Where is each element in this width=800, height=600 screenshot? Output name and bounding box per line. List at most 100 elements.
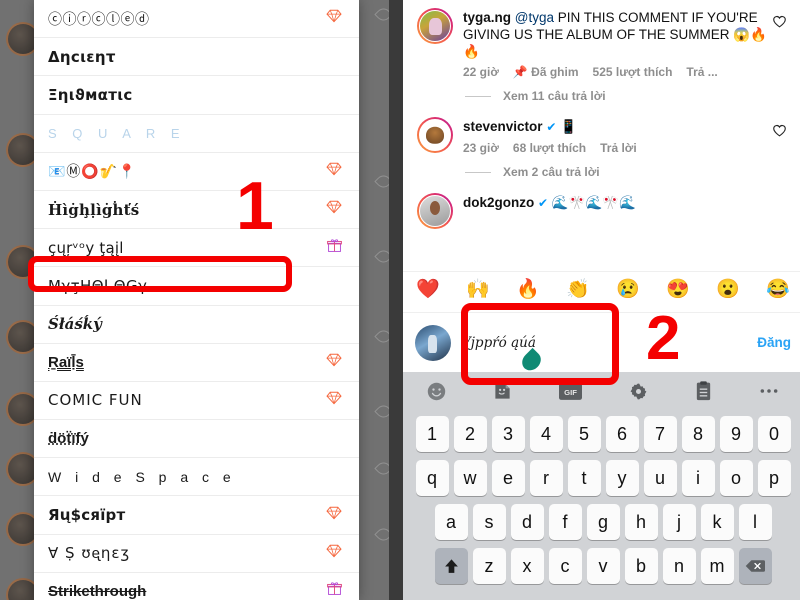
comment-item[interactable]: dok2gonzo ✔ 🌊🎌🌊🎌🌊 [403,185,800,229]
key-e[interactable]: e [491,460,525,496]
on-screen-keyboard[interactable]: 1234567890 qwertyuiop asdfghjkl zxcvbnm [403,410,800,600]
key-8[interactable]: 8 [681,416,715,452]
key-m[interactable]: m [700,548,734,584]
comment-username[interactable]: stevenvictor [463,119,543,134]
comment-username[interactable]: tyga.ng [463,10,511,25]
font-style-row[interactable]: S Q U A R E [34,115,359,153]
keyboard-row-numbers[interactable]: 1234567890 [406,416,800,452]
key-t[interactable]: t [567,460,601,496]
font-style-row[interactable]: Śłáśḱý [34,306,359,344]
more-icon[interactable] [759,387,779,395]
comment-username[interactable]: dok2gonzo [463,195,534,210]
key-n[interactable]: n [662,548,696,584]
key-r[interactable]: r [529,460,563,496]
font-style-row[interactable]: Mγτ̧ΗΘᒐΘGγ [34,267,359,306]
key-h[interactable]: h [624,504,658,540]
comment-like-count[interactable]: 68 lượt thích [513,141,586,155]
smiley-icon[interactable] [427,382,446,401]
quick-emoji[interactable]: 😮 [716,277,740,301]
font-style-row[interactable]: Ξηιϑмαтιc [34,76,359,115]
quick-emoji[interactable]: ❤️ [416,277,440,301]
key-1[interactable]: 1 [415,416,449,452]
keyboard-toolbar[interactable]: GIF [403,372,800,410]
key-5[interactable]: 5 [567,416,601,452]
gear-icon[interactable] [629,382,648,401]
key-z[interactable]: z [472,548,506,584]
quick-emoji[interactable]: 🔥 [516,277,540,301]
keyboard-row-home[interactable]: asdfghjkl [406,504,800,540]
text-cursor-handle-icon[interactable] [518,347,545,374]
key-j[interactable]: j [662,504,696,540]
comment-item[interactable]: stevenvictor ✔ 📱 23 giờ 68 lượt thích Trả l… [403,109,800,155]
key-0[interactable]: 0 [757,416,791,452]
quick-emoji[interactable]: 🙌 [466,277,490,301]
key-p[interactable]: p [757,460,791,496]
key-9[interactable]: 9 [719,416,753,452]
post-comment-button[interactable]: Đăng [757,335,791,350]
font-style-row[interactable]: COMIC FUN [34,382,359,421]
key-3[interactable]: 3 [491,416,525,452]
font-style-row[interactable]: ḋöẗïfý [34,420,359,459]
font-style-row[interactable]: ∀ Ṣ ʊᶒηɛӡ [34,535,359,573]
comment-body: stevenvictor ✔ 📱 23 giờ 68 lượt thích Trả l… [463,117,779,155]
key-6[interactable]: 6 [605,416,639,452]
font-style-row[interactable]: 📧Ⓜ⭕🎷📍 [34,153,359,191]
font-style-row[interactable]: W i d e S p a c e [34,458,359,497]
comment-reply-button[interactable]: Trả ... [686,65,717,79]
key-7[interactable]: 7 [643,416,677,452]
key-w[interactable]: w [453,460,487,496]
keyboard-row-top[interactable]: qwertyuiop [406,460,800,496]
font-style-row[interactable]: ⓒⓘⓡⓒⓛⓔⓓ [34,0,359,39]
key-u[interactable]: u [643,460,677,496]
comment-mention[interactable]: @tyga [515,10,554,25]
comment-reply-button[interactable]: Trả lời [600,141,637,155]
shift-key[interactable] [434,548,468,584]
comment-input-field[interactable]: Vjppŕó ąúá [461,334,747,374]
key-q[interactable]: q [415,460,449,496]
sticker-icon[interactable] [493,382,512,401]
font-style-row[interactable]: Δηcιεητ [34,38,359,77]
font-style-row[interactable]: Ṟaïḹs [34,344,359,382]
font-style-row[interactable]: Яų$cяïpт [34,496,359,535]
clipboard-icon[interactable] [695,381,712,401]
font-style-row[interactable]: Ḣìġḩḷìġḣťś [34,191,359,230]
quick-emoji[interactable]: 😂 [766,277,790,301]
key-f[interactable]: f [548,504,582,540]
view-replies-button[interactable]: Xem 11 câu trả lời [403,79,800,109]
avatar[interactable] [417,8,453,44]
key-b[interactable]: b [624,548,658,584]
quick-emoji[interactable]: 😢 [616,277,640,301]
font-style-row[interactable]: çųŗᵛᵒy ţąįl [34,229,359,268]
key-o[interactable]: o [719,460,753,496]
key-k[interactable]: k [700,504,734,540]
quick-emoji[interactable]: 😍 [666,277,690,301]
font-style-row[interactable]: Strikethrough [34,573,359,600]
key-l[interactable]: l [738,504,772,540]
annotation-number-2: 2 [646,304,681,373]
key-s[interactable]: s [472,504,506,540]
key-d[interactable]: d [510,504,544,540]
quick-emoji-row[interactable]: ❤️ 🙌 🔥 👏 😢 😍 😮 😂 [403,271,800,305]
key-y[interactable]: y [605,460,639,496]
comment-like-count[interactable]: 525 lượt thích [593,65,673,79]
key-v[interactable]: v [586,548,620,584]
gif-icon[interactable]: GIF [558,382,582,400]
key-2[interactable]: 2 [453,416,487,452]
key-a[interactable]: a [434,504,468,540]
key-4[interactable]: 4 [529,416,563,452]
comment-item[interactable]: tyga.ng @tyga PIN THIS COMMENT IF YOU'RE… [403,0,800,79]
font-style-list[interactable]: ⓒⓘⓡⓒⓛⓔⓓ Δηcιεητ Ξηιϑмαтιc S Q U A R E 📧Ⓜ⭕🎷📍 Ḣ… [34,0,359,600]
avatar[interactable] [417,193,453,229]
keyboard-row-bottom[interactable]: zxcvbnm [406,548,800,584]
key-g[interactable]: g [586,504,620,540]
gem-icon [323,162,345,181]
view-replies-button[interactable]: Xem 2 câu trả lời [403,155,800,185]
key-x[interactable]: x [510,548,544,584]
avatar[interactable] [417,117,453,153]
key-i[interactable]: i [681,460,715,496]
comment-input-bar[interactable]: Vjppŕó ąúá Đăng [403,312,800,374]
comment-body: dok2gonzo ✔ 🌊🎌🌊🎌🌊 [463,193,789,229]
quick-emoji[interactable]: 👏 [566,277,590,301]
key-c[interactable]: c [548,548,582,584]
backspace-key[interactable] [738,548,772,584]
